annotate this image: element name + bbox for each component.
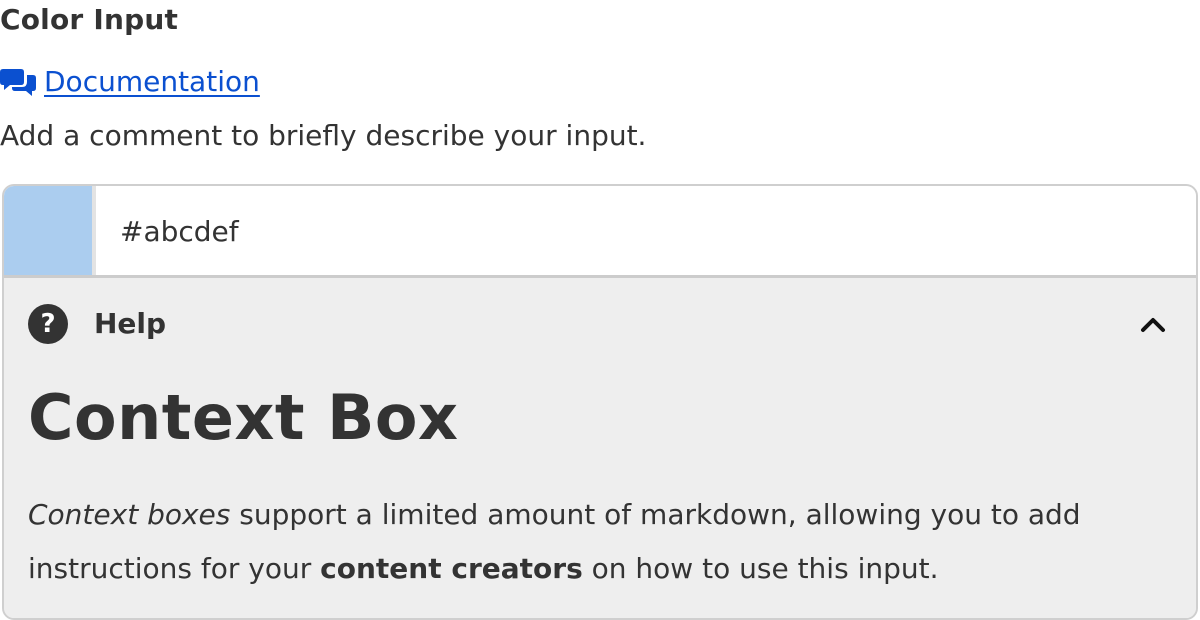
color-input-field: Color Input Documentation Add a comment … (0, 0, 1200, 620)
help-toggle[interactable]: ? Help (4, 278, 1196, 370)
documentation-link-row[interactable]: Documentation (0, 62, 260, 102)
color-input-row (4, 186, 1196, 278)
documentation-link[interactable]: Documentation (44, 62, 260, 102)
context-box-body: Context boxes support a limited amount o… (28, 488, 1178, 596)
documentation-comments-icon[interactable] (0, 66, 36, 98)
context-body-italic: Context boxes (28, 498, 231, 531)
chevron-up-icon[interactable] (1138, 312, 1168, 336)
context-body-text-end: on how to use this input. (582, 552, 939, 585)
question-circle-icon: ? (28, 304, 68, 344)
help-panel: ? Help Context Box Context boxes support… (4, 278, 1196, 618)
color-input-container: ? Help Context Box Context boxes support… (2, 184, 1198, 620)
context-body-bold: content creators (320, 552, 583, 585)
help-title: Help (94, 307, 167, 340)
field-label: Color Input (0, 3, 179, 36)
color-swatch[interactable] (4, 186, 96, 275)
context-box-title: Context Box (28, 381, 459, 454)
hex-color-input[interactable] (96, 186, 1196, 277)
field-comment: Add a comment to briefly describe your i… (0, 119, 647, 152)
